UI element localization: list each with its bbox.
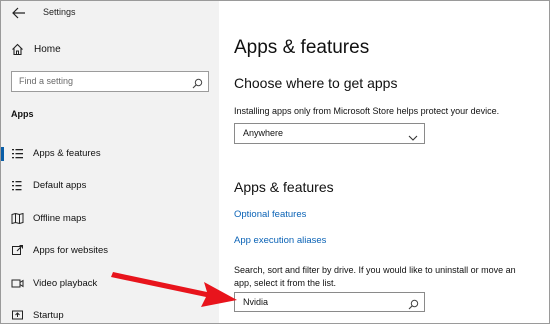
search-icon[interactable] (408, 297, 419, 310)
sidebar-item-label: Video playback (33, 278, 98, 289)
back-arrow-icon[interactable] (11, 6, 27, 20)
home-label: Home (34, 44, 61, 55)
sidebar-item-label: Startup (33, 310, 64, 321)
sidebar-item-default-apps[interactable]: Default apps (1, 173, 219, 199)
sidebar-item-offline-maps[interactable]: Offline maps (1, 206, 219, 232)
sidebar-item-video-playback[interactable]: Video playback (1, 271, 219, 297)
optional-features-link[interactable]: Optional features (234, 209, 306, 220)
sidebar-item-label: Apps & features (33, 148, 101, 159)
video-icon (11, 277, 24, 290)
sidebar-item-label: Apps for websites (33, 245, 108, 256)
window-title: Settings (43, 7, 76, 17)
apps-features-heading: Apps & features (234, 179, 334, 195)
main-content: Apps & features Choose where to get apps… (219, 1, 549, 323)
sidebar: Settings Home Find a setting Apps Apps &… (1, 1, 219, 323)
sidebar-item-apps-for-websites[interactable]: Apps for websites (1, 238, 219, 264)
open-in-app-icon (11, 244, 24, 257)
map-icon (11, 212, 24, 225)
startup-icon (11, 309, 24, 322)
list-icon (11, 147, 24, 160)
page-title: Apps & features (234, 37, 370, 58)
dropdown-value: Anywhere (243, 128, 284, 138)
filter-description: Search, sort and filter by drive. If you… (234, 265, 516, 288)
choose-apps-description: Installing apps only from Microsoft Stor… (234, 106, 500, 116)
sidebar-item-startup[interactable]: Startup (1, 303, 219, 323)
sidebar-item-label: Offline maps (33, 213, 87, 224)
title-bar: Settings (1, 1, 219, 27)
search-icon[interactable] (192, 76, 203, 89)
chevron-down-icon (408, 129, 418, 141)
find-setting-input[interactable]: Find a setting (11, 71, 209, 92)
default-apps-icon (11, 179, 24, 192)
settings-window: Settings Home Find a setting Apps Apps &… (0, 0, 550, 324)
selection-indicator (1, 147, 4, 161)
app-execution-aliases-link[interactable]: App execution aliases (234, 235, 326, 246)
filter-value: Nvidia (243, 297, 269, 307)
app-filter-input[interactable]: Nvidia (234, 292, 425, 312)
choose-apps-heading: Choose where to get apps (234, 75, 398, 91)
sidebar-item-home[interactable]: Home (1, 39, 219, 63)
sidebar-item-apps-features[interactable]: Apps & features (1, 141, 219, 167)
sidebar-item-label: Default apps (33, 180, 87, 191)
home-icon (11, 43, 24, 56)
search-placeholder: Find a setting (19, 76, 74, 86)
section-label-apps: Apps (11, 109, 34, 119)
app-source-dropdown[interactable]: Anywhere (234, 123, 425, 144)
